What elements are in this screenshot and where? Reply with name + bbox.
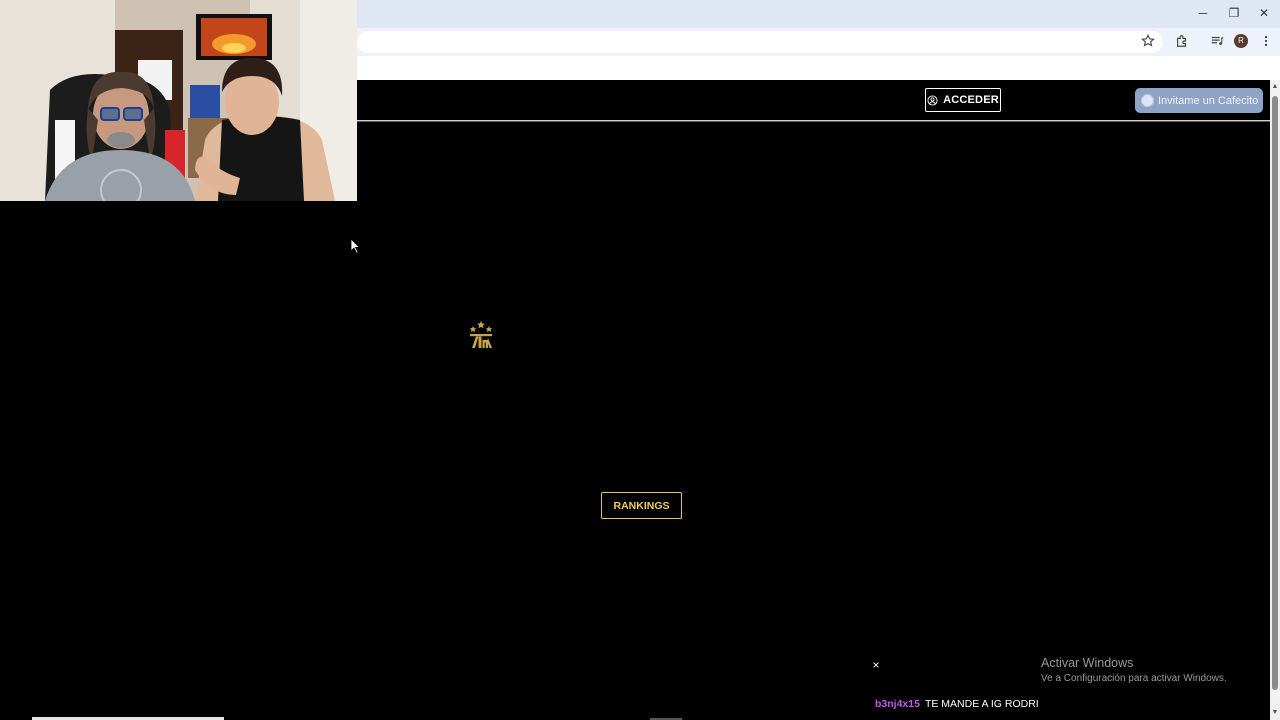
bookmark-star-icon[interactable] xyxy=(1140,33,1156,50)
cafecito-donate-button[interactable]: Invitame un Cafecito xyxy=(1135,88,1263,113)
user-icon xyxy=(927,94,938,106)
login-button[interactable]: ACCEDER xyxy=(925,88,1001,112)
scroll-up-arrow-icon[interactable]: ▲ xyxy=(1270,82,1280,92)
watermark-title: Activar Windows xyxy=(1041,656,1134,670)
chat-text: TE MANDE A IG RODRI xyxy=(924,698,1039,710)
windows-activation-watermark: Activar Windows Ve a Configuración para … xyxy=(1041,656,1227,684)
chat-message: b3nj4x15 TE MANDE A IG RODRI xyxy=(875,698,1039,710)
mouse-pointer-icon xyxy=(350,238,361,254)
coffee-cup-icon xyxy=(1141,94,1154,107)
webcam-overlay xyxy=(0,0,357,201)
rankings-button[interactable]: RANKINGS xyxy=(601,492,682,519)
login-label: ACCEDER xyxy=(943,94,999,106)
media-queue-icon[interactable] xyxy=(1209,34,1225,50)
chat-close-icon[interactable]: × xyxy=(870,658,882,672)
site-logo xyxy=(466,318,496,352)
profile-avatar[interactable]: R xyxy=(1234,34,1248,48)
cafecito-label: Invitame un Cafecito xyxy=(1158,94,1259,107)
extensions-puzzle-icon[interactable] xyxy=(1174,34,1190,50)
scrollbar-thumb[interactable] xyxy=(1272,96,1278,690)
chat-username: b3nj4x15 xyxy=(875,698,920,710)
address-bar[interactable] xyxy=(357,31,1163,53)
kebab-menu-icon[interactable] xyxy=(1258,34,1274,50)
minimize-button[interactable]: ─ xyxy=(1195,5,1211,21)
site-header xyxy=(357,80,1270,120)
webcam-scene xyxy=(0,0,357,201)
restore-button[interactable]: ❐ xyxy=(1226,5,1242,21)
header-divider xyxy=(357,120,1270,122)
rankings-label: RANKINGS xyxy=(613,499,670,512)
watermark-subtitle: Ve a Configuración para activar Windows. xyxy=(1041,673,1227,684)
close-window-button[interactable]: ✕ xyxy=(1256,5,1272,21)
scroll-down-arrow-icon[interactable]: ▼ xyxy=(1270,708,1280,718)
